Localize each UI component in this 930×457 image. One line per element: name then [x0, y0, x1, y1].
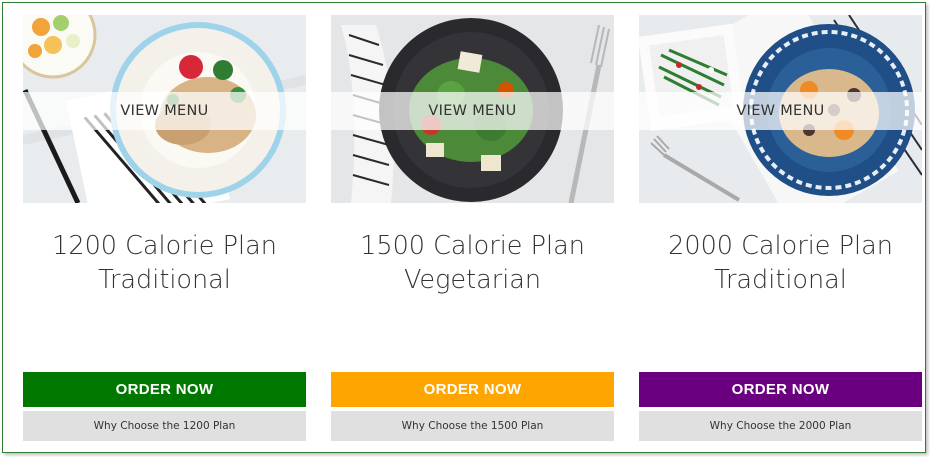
plan-title-line1: 1200 Calorie Plan [52, 231, 277, 261]
food-photo-1500[interactable]: VIEW MENU [331, 15, 614, 203]
plan-title: 1500 Calorie Plan Vegetarian [331, 229, 614, 297]
why-choose-button[interactable]: Why Choose the 2000 Plan [639, 411, 922, 441]
plan-card-2000: VIEW MENU 2000 Calorie Plan Traditional … [639, 15, 922, 443]
food-photo-2000[interactable]: VIEW MENU [639, 15, 922, 203]
plan-title: 2000 Calorie Plan Traditional [639, 229, 922, 297]
view-menu-button[interactable]: VIEW MENU [331, 92, 614, 130]
view-menu-button[interactable]: VIEW MENU [639, 92, 922, 130]
plan-title-line2: Traditional [98, 265, 231, 295]
plan-card-1200: VIEW MENU 1200 Calorie Plan Traditional … [23, 15, 306, 443]
why-choose-button[interactable]: Why Choose the 1200 Plan [23, 411, 306, 441]
plan-title-line2: Vegetarian [403, 265, 542, 295]
view-menu-button[interactable]: VIEW MENU [23, 92, 306, 130]
plan-title-line1: 2000 Calorie Plan [668, 231, 893, 261]
food-photo-1200[interactable]: VIEW MENU [23, 15, 306, 203]
plan-card-1500: VIEW MENU 1500 Calorie Plan Vegetarian O… [331, 15, 614, 443]
plan-title-line1: 1500 Calorie Plan [360, 231, 585, 261]
why-choose-button[interactable]: Why Choose the 1500 Plan [331, 411, 614, 441]
plan-title-line2: Traditional [714, 265, 847, 295]
order-now-button[interactable]: ORDER NOW [331, 372, 614, 407]
page-frame: VIEW MENU 1200 Calorie Plan Traditional … [2, 2, 926, 453]
order-now-button[interactable]: ORDER NOW [639, 372, 922, 407]
plan-title: 1200 Calorie Plan Traditional [23, 229, 306, 297]
order-now-button[interactable]: ORDER NOW [23, 372, 306, 407]
